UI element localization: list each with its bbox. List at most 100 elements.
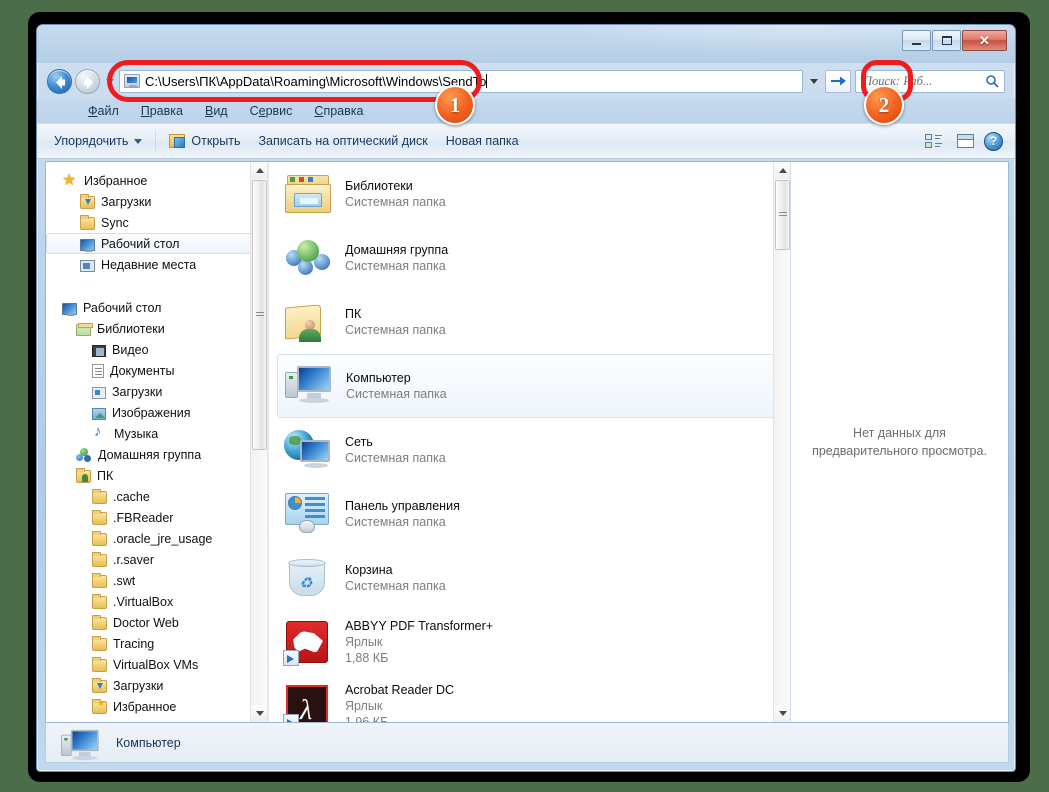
forward-arrow-icon <box>84 75 93 89</box>
shortcut-overlay-icon <box>283 714 299 722</box>
file-list-view[interactable]: Библиотеки Системная папка Домашняя груп… <box>268 162 790 722</box>
scroll-up-button[interactable] <box>251 162 267 179</box>
scroll-down-button[interactable] <box>251 705 267 722</box>
menu-view[interactable]: Вид <box>194 102 239 120</box>
chevron-down-icon <box>255 711 264 716</box>
back-button[interactable] <box>47 68 72 94</box>
scroll-up-button[interactable] <box>774 162 790 179</box>
menu-edit[interactable]: Правка <box>130 102 194 120</box>
list-item[interactable]: Домашняя группа Системная папка <box>269 226 780 290</box>
tree-item-fbreader[interactable]: .FBReader <box>46 507 267 528</box>
window-controls: ✕ <box>902 30 1007 51</box>
chevron-down-icon <box>778 711 787 716</box>
pictures-icon <box>92 407 106 420</box>
tree-item-doctor-web[interactable]: Doctor Web <box>46 612 267 633</box>
new-folder-button[interactable]: Новая папка <box>437 130 528 152</box>
tree-item-documents[interactable]: Документы <box>46 360 267 381</box>
tree-item-downloads-lib[interactable]: Загрузки <box>46 381 267 402</box>
tree-item-label: Doctor Web <box>113 615 179 630</box>
list-item[interactable]: ПК Системная папка <box>269 290 780 354</box>
file-type: Ярлык <box>345 635 383 649</box>
list-item-meta: Корзина Системная папка <box>345 562 446 594</box>
downloads-library-icon <box>92 386 106 399</box>
tree-item-oracle-jre-usage[interactable]: .oracle_jre_usage <box>46 528 267 549</box>
network-icon <box>283 426 333 474</box>
maximize-button[interactable] <box>932 30 961 51</box>
file-type: Системная папка <box>345 195 446 209</box>
close-button[interactable]: ✕ <box>962 30 1007 51</box>
tree-item-downloads-fav[interactable]: Загрузки <box>46 191 267 212</box>
title-bar: ✕ <box>37 25 1015 63</box>
file-name: ПК <box>345 307 362 321</box>
minimize-icon <box>912 42 921 45</box>
annotation-badge-2: 2 <box>864 85 904 125</box>
folder-favorites-icon <box>92 698 107 714</box>
tree-item-sync[interactable]: Sync <box>46 212 267 233</box>
tree-item-favorites-pk[interactable]: Избранное <box>46 696 267 717</box>
recent-locations-dropdown-icon[interactable] <box>106 78 114 84</box>
tree-item-recent-places[interactable]: Недавние места <box>46 254 267 275</box>
list-item[interactable]: Библиотеки Системная папка <box>269 162 780 226</box>
menu-tools[interactable]: Сервис <box>239 102 304 120</box>
tree-item-cache[interactable]: .cache <box>46 486 267 507</box>
folder-icon <box>92 593 107 609</box>
tree-item-label: Рабочий стол <box>101 236 180 251</box>
tree-item-libraries[interactable]: Библиотеки <box>46 318 267 339</box>
tree-item-music[interactable]: Музыка <box>46 423 267 444</box>
tree-item-label: .FBReader <box>113 510 174 525</box>
list-item-meta: Сеть Системная папка <box>345 434 446 466</box>
file-name: ABBYY PDF Transformer+ <box>345 619 494 633</box>
go-button[interactable] <box>825 69 851 93</box>
list-item[interactable]: ABBYY PDF Transformer+ Ярлык 1,88 КБ <box>269 610 780 674</box>
scrollbar-thumb[interactable] <box>775 180 790 250</box>
organize-button[interactable]: Упорядочить <box>45 130 151 152</box>
help-button[interactable]: ? <box>984 131 1003 151</box>
details-item-name: Компьютер <box>116 735 181 750</box>
list-item-selected[interactable]: Компьютер Системная папка <box>277 354 780 418</box>
scrollbar-thumb[interactable] <box>252 180 267 450</box>
change-view-button[interactable] <box>925 133 947 149</box>
burn-button[interactable]: Записать на оптический диск <box>249 130 436 152</box>
menu-file[interactable]: Файл <box>77 102 130 120</box>
tree-item-label: Рабочий стол <box>83 300 162 315</box>
list-item[interactable]: Сеть Системная папка <box>269 418 780 482</box>
list-item-meta: Acrobat Reader DC Ярлык 1,96 КБ <box>345 682 454 722</box>
preview-empty-text: Нет данных для предварительного просмотр… <box>812 425 987 458</box>
tree-item-homegroup[interactable]: Домашняя группа <box>46 444 267 465</box>
navigation-pane[interactable]: Избранное Загрузки Sync Рабочий стол Нед… <box>46 162 268 722</box>
tree-item-pictures[interactable]: Изображения <box>46 402 267 423</box>
tree-item-r-saver[interactable]: .r.saver <box>46 549 267 570</box>
tree-item-virtualbox-vms[interactable]: VirtualBox VMs <box>46 654 267 675</box>
tree-item-video[interactable]: Видео <box>46 339 267 360</box>
menu-help[interactable]: Справка <box>303 102 374 120</box>
forward-button[interactable] <box>75 68 100 94</box>
tree-item-label: .oracle_jre_usage <box>113 531 213 546</box>
minimize-button[interactable] <box>902 30 931 51</box>
tree-item-tracing[interactable]: Tracing <box>46 633 267 654</box>
folder-icon <box>92 488 107 504</box>
list-item[interactable]: ♻ Корзина Системная папка <box>269 546 780 610</box>
list-item[interactable]: λ Acrobat Reader DC Ярлык 1,96 КБ <box>269 674 780 722</box>
tree-item-pk[interactable]: ПК <box>46 465 267 486</box>
user-folder-icon <box>76 467 91 483</box>
folder-icon <box>92 614 107 630</box>
list-item-meta: ABBYY PDF Transformer+ Ярлык 1,88 КБ <box>345 618 493 666</box>
filelist-scrollbar[interactable] <box>773 162 790 722</box>
tree-item-downloads-pk[interactable]: Загрузки <box>46 675 267 696</box>
explorer-window: ✕ C:\Users\ПК\AppData\Roaming\Microsoft\… <box>36 24 1016 772</box>
tree-item-desktop-root[interactable]: Рабочий стол <box>46 297 267 318</box>
tree-item-virtualbox[interactable]: .VirtualBox <box>46 591 267 612</box>
tree-item-desktop-fav[interactable]: Рабочий стол <box>46 233 259 254</box>
address-history-chevron-icon[interactable] <box>810 78 818 84</box>
file-type: Системная папка <box>345 451 446 465</box>
desktop-icon <box>80 238 95 252</box>
content-area: Избранное Загрузки Sync Рабочий стол Нед… <box>45 161 1009 723</box>
open-button[interactable]: Открыть <box>160 130 249 152</box>
scroll-down-button[interactable] <box>774 705 790 722</box>
list-item[interactable]: Панель управления Системная папка <box>269 482 780 546</box>
tree-item-swt[interactable]: .swt <box>46 570 267 591</box>
tree-item-favorites[interactable]: Избранное <box>46 170 267 191</box>
navpane-scrollbar[interactable] <box>250 162 267 722</box>
show-preview-pane-button[interactable] <box>957 134 974 148</box>
file-name: Корзина <box>345 563 393 577</box>
